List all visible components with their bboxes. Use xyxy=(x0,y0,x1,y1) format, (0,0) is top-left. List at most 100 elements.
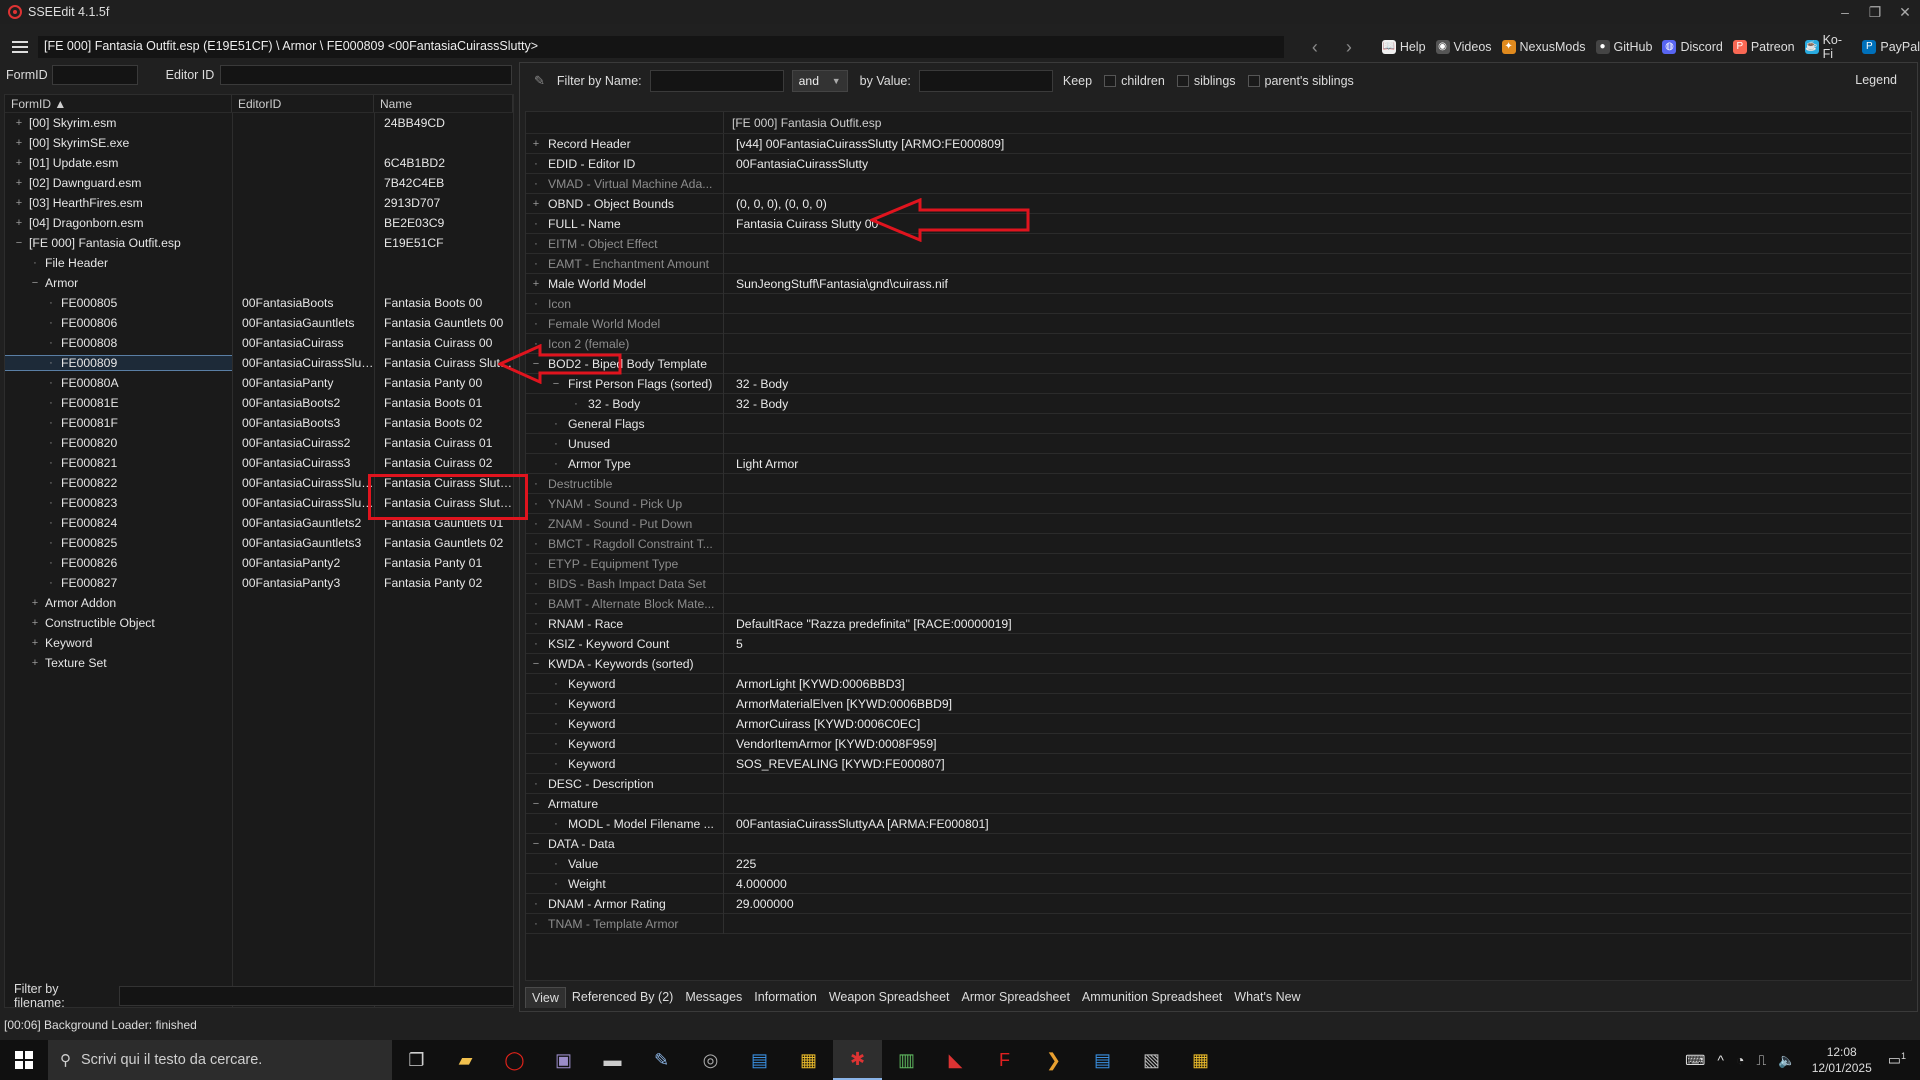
editorid-search-input[interactable] xyxy=(220,65,513,85)
tab-what-s-new[interactable]: What's New xyxy=(1228,987,1306,1007)
field-row[interactable]: + OBND - Object Bounds (0, 0, 0), (0, 0, 0… xyxy=(526,193,1911,214)
tree-row[interactable]: + [04] Dragonborn.esm BE2E03C9 xyxy=(5,213,513,233)
field-value[interactable]: VendorItemArmor [KYWD:0008F959] xyxy=(724,737,937,751)
field-value[interactable]: 225 xyxy=(724,857,756,871)
field-row[interactable]: + Male World Model SunJeongStuff\Fantasia\… xyxy=(526,273,1911,294)
tree-row[interactable]: + [02] Dawnguard.esm 7B42C4EB xyxy=(5,173,513,193)
legend-button[interactable]: Legend xyxy=(1855,73,1897,87)
tree-row[interactable]: + [00] SkyrimSE.exe xyxy=(5,133,513,153)
keep-parents-siblings-checkbox[interactable]: parent's siblings xyxy=(1247,74,1354,88)
tree-row[interactable]: · FE000827 00FantasiaPanty3 Fantasia Panty … xyxy=(5,573,513,593)
keep-siblings-checkbox[interactable]: siblings xyxy=(1176,74,1236,88)
field-value[interactable]: 00FantasiaCuirassSluttyAA [ARMA:FE000801… xyxy=(724,817,989,831)
column-editorid[interactable]: EditorID xyxy=(232,95,374,112)
tree-row[interactable]: + [03] HearthFires.esm 2913D707 xyxy=(5,193,513,213)
expand-icon[interactable]: + xyxy=(29,597,41,609)
field-value[interactable]: ArmorMaterialElven [KYWD:0006BBD9] xyxy=(724,697,952,711)
tab-messages[interactable]: Messages xyxy=(679,987,748,1007)
collapse-icon[interactable]: − xyxy=(530,658,542,670)
column-formid[interactable]: FormID ▲ xyxy=(5,95,232,112)
windows-start-button[interactable] xyxy=(0,1040,48,1080)
and-or-select[interactable]: and ▼ xyxy=(791,70,848,92)
field-row[interactable]: · BIDS - Bash Impact Data Set xyxy=(526,573,1911,594)
app-icon-12[interactable]: ▧ xyxy=(1127,1040,1176,1080)
field-row[interactable]: · Female World Model xyxy=(526,313,1911,334)
field-value[interactable]: (0, 0, 0), (0, 0, 0) xyxy=(724,197,827,211)
expand-icon[interactable]: + xyxy=(13,197,25,209)
tab-view[interactable]: View xyxy=(525,986,566,1008)
field-row[interactable]: · Keyword ArmorMaterialElven [KYWD:0006BBD… xyxy=(526,693,1911,714)
app-icon-6[interactable]: ▦ xyxy=(784,1040,833,1080)
tree-row[interactable]: · FE000805 00FantasiaBoots Fantasia Boots 0… xyxy=(5,293,513,313)
field-row[interactable]: + Record Header [v44] 00FantasiaCuirassSlu… xyxy=(526,133,1911,154)
field-row[interactable]: − First Person Flags (sorted) 32 - Body xyxy=(526,373,1911,394)
field-row[interactable]: · Value 225 xyxy=(526,853,1911,874)
restore-icon[interactable]: ❐ xyxy=(1860,0,1890,24)
tree-row[interactable]: · File Header xyxy=(5,253,513,273)
field-value[interactable]: ArmorLight [KYWD:0006BBD3] xyxy=(724,677,905,691)
minimize-icon[interactable]: – xyxy=(1830,0,1860,24)
collapse-icon[interactable]: − xyxy=(29,277,41,289)
field-row[interactable]: · Keyword VendorItemArmor [KYWD:0008F959] xyxy=(526,733,1911,754)
app-icon-2[interactable]: ▬ xyxy=(588,1040,637,1080)
tree-row[interactable]: · FE00080A 00FantasiaPanty Fantasia Panty 0… xyxy=(5,373,513,393)
expand-icon[interactable]: + xyxy=(13,157,25,169)
field-row[interactable]: · DNAM - Armor Rating 29.000000 xyxy=(526,893,1911,914)
network-icon[interactable]: ⎍ xyxy=(1756,1052,1766,1069)
field-row[interactable]: · ETYP - Equipment Type xyxy=(526,553,1911,574)
column-name[interactable]: Name xyxy=(374,95,513,112)
app-icon-3[interactable]: ✎ xyxy=(637,1040,686,1080)
expand-icon[interactable]: + xyxy=(29,617,41,629)
field-row[interactable]: · Unused xyxy=(526,433,1911,454)
link-paypal[interactable]: P PayPal xyxy=(1862,40,1920,54)
app-icon-4[interactable]: ◎ xyxy=(686,1040,735,1080)
link-ko-fi[interactable]: ☕ Ko-Fi xyxy=(1804,33,1853,61)
expand-icon[interactable]: + xyxy=(29,637,41,649)
field-row[interactable]: · YNAM - Sound - Pick Up xyxy=(526,493,1911,514)
filter-by-filename-input[interactable] xyxy=(118,986,514,1006)
field-row[interactable]: · FULL - Name Fantasia Cuirass Slutty 00 xyxy=(526,213,1911,234)
field-row[interactable]: − Armature xyxy=(526,793,1911,814)
field-value[interactable]: ArmorCuirass [KYWD:0006C0EC] xyxy=(724,717,920,731)
clock[interactable]: 12:08 12/01/2025 xyxy=(1812,1044,1872,1076)
field-value[interactable]: 32 - Body xyxy=(724,397,788,411)
notifications-icon[interactable]: ▭1 xyxy=(1888,1051,1906,1069)
expand-icon[interactable]: + xyxy=(13,137,25,149)
collapse-icon[interactable]: − xyxy=(13,237,25,249)
field-value[interactable]: [v44] 00FantasiaCuirassSlutty [ARMO:FE00… xyxy=(724,137,1004,151)
tree-row[interactable]: + Constructible Object xyxy=(5,613,513,633)
tree-row[interactable]: + [01] Update.esm 6C4B1BD2 xyxy=(5,153,513,173)
close-icon[interactable]: ✕ xyxy=(1890,0,1920,24)
app-icon-1[interactable]: ▣ xyxy=(539,1040,588,1080)
keep-children-checkbox[interactable]: children xyxy=(1104,74,1165,88)
tree-row[interactable]: · FE000825 00FantasiaGauntlets3 Fantasia Ga… xyxy=(5,533,513,553)
expand-icon[interactable]: + xyxy=(29,657,41,669)
field-row[interactable]: · Keyword SOS_REVEALING [KYWD:FE000807] xyxy=(526,753,1911,774)
file-explorer-icon[interactable]: ▰ xyxy=(441,1040,490,1080)
keyboard-icon[interactable]: ⌨ xyxy=(1685,1052,1705,1069)
back-arrow-icon[interactable]: ‹ xyxy=(1298,37,1332,58)
task-view-icon[interactable]: ❐ xyxy=(392,1040,441,1080)
tree-row[interactable]: + Armor Addon xyxy=(5,593,513,613)
tree-row[interactable]: · FE000808 00FantasiaCuirass Fantasia Cuira… xyxy=(5,333,513,353)
field-value[interactable]: Fantasia Cuirass Slutty 00 xyxy=(724,217,878,231)
field-row[interactable]: · MODL - Model Filename ... 00FantasiaCuir… xyxy=(526,813,1911,834)
field-value[interactable]: SunJeongStuff\Fantasia\gnd\cuirass.nif xyxy=(724,277,948,291)
field-value[interactable]: 00FantasiaCuirassSlutty xyxy=(724,157,868,171)
field-value[interactable]: 29.000000 xyxy=(724,897,794,911)
tab-referenced-by-2[interactable]: Referenced By (2) xyxy=(566,987,679,1007)
app-icon-9[interactable]: F xyxy=(980,1040,1029,1080)
field-value[interactable]: 5 xyxy=(724,637,743,651)
field-row[interactable]: · TNAM - Template Armor xyxy=(526,913,1911,934)
app-icon-8[interactable]: ◣ xyxy=(931,1040,980,1080)
collapse-icon[interactable]: − xyxy=(530,798,542,810)
plugin-column-header[interactable]: [FE 000] Fantasia Outfit.esp xyxy=(724,112,889,133)
link-discord[interactable]: ◍ Discord xyxy=(1662,40,1723,54)
pin-icon[interactable]: ✎ xyxy=(534,73,545,89)
tab-weapon-spreadsheet[interactable]: Weapon Spreadsheet xyxy=(823,987,956,1007)
app-icon-11[interactable]: ▤ xyxy=(1078,1040,1127,1080)
volume-icon[interactable]: 🔈 xyxy=(1778,1052,1795,1069)
expand-icon[interactable]: + xyxy=(13,177,25,189)
tree-row[interactable]: · FE000826 00FantasiaPanty2 Fantasia Panty … xyxy=(5,553,513,573)
field-row[interactable]: · EDID - Editor ID 00FantasiaCuirassSlutty xyxy=(526,153,1911,174)
